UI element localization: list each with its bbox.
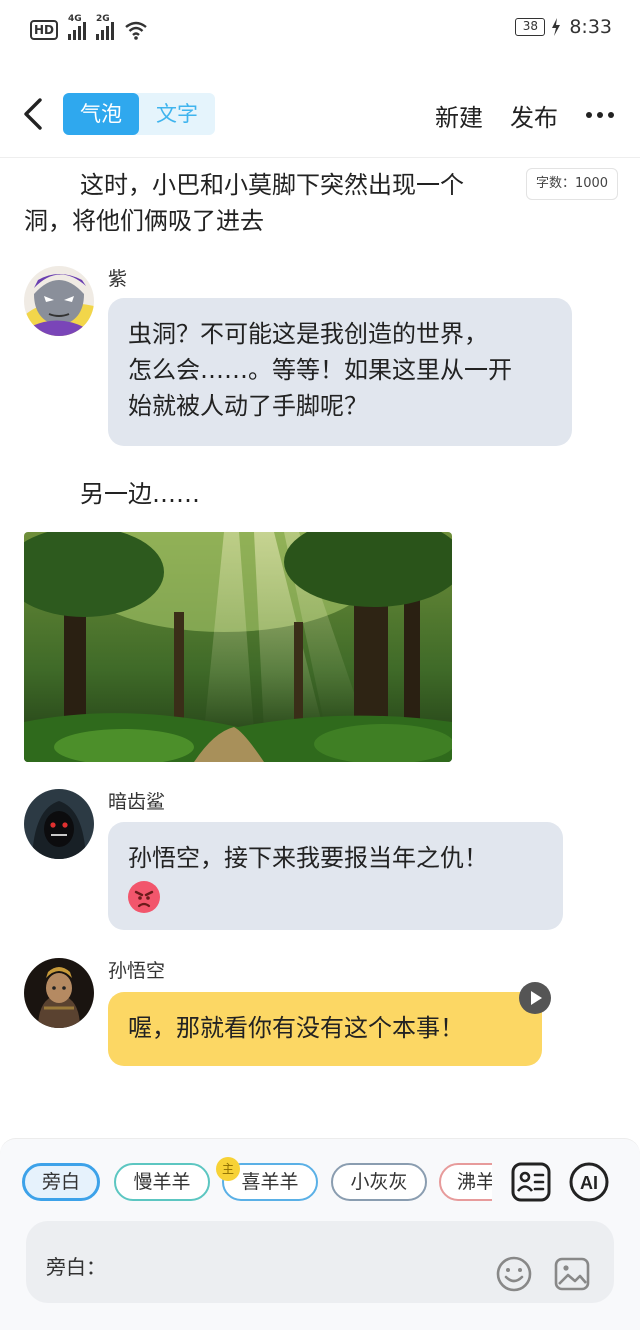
- role-selector: 旁白 慢羊羊 喜羊羊 小灰灰 沸羊: [22, 1163, 492, 1203]
- status-bar: HD 4G 2G 38 8:33: [0, 0, 640, 58]
- bubble-line: 怎么会……。等等！如果这里从一开: [128, 356, 512, 384]
- dialogue-bubble[interactable]: 喔，那就看你有没有这个本事！: [108, 992, 542, 1066]
- back-arrow-icon[interactable]: [20, 96, 50, 132]
- battery-icon: 38: [515, 18, 546, 36]
- top-bar: 气泡 文字 新建 发布: [0, 84, 640, 146]
- role-chip-feiyang[interactable]: 沸羊: [439, 1163, 492, 1201]
- signal-icon: 4G: [68, 14, 87, 40]
- character-card-icon[interactable]: [511, 1162, 551, 1202]
- image-icon[interactable]: [553, 1255, 591, 1293]
- publish-button[interactable]: 发布: [510, 98, 558, 133]
- avatar-sunwukong[interactable]: [24, 958, 94, 1028]
- tab-text[interactable]: 文字: [139, 93, 215, 135]
- new-button[interactable]: 新建: [435, 98, 483, 133]
- avatar-zi[interactable]: [24, 266, 94, 336]
- narration-block[interactable]: 这时，小巴和小莫脚下突然出现一个 洞，将他们俩吸了进去: [24, 167, 464, 239]
- narration-line: 这时，小巴和小莫脚下突然出现一个: [80, 171, 464, 199]
- more-icon[interactable]: [586, 112, 614, 118]
- signal-icon-2: 2G: [96, 14, 115, 40]
- dialogue-bubble[interactable]: 孙悟空，接下来我要报当年之仇！: [108, 822, 563, 930]
- character-name: 暗齿鲨: [108, 791, 166, 813]
- angry-emoji-icon: [128, 878, 543, 914]
- bubble-line: 喔，那就看你有没有这个本事！: [128, 1014, 464, 1042]
- avatar-anchisha[interactable]: [24, 789, 94, 859]
- play-voice-icon[interactable]: [519, 982, 551, 1014]
- header-divider: [0, 157, 640, 158]
- hd-indicator: HD: [30, 20, 59, 40]
- svg-text:AI: AI: [580, 1173, 598, 1193]
- bubble-line: 虫洞？不可能这是我创造的世界，: [128, 320, 488, 348]
- bubble-line: 孙悟空，接下来我要报当年之仇！: [128, 844, 488, 872]
- forest-image[interactable]: [24, 532, 452, 762]
- main-role-badge: 主: [216, 1157, 240, 1181]
- word-count-badge: 字数：1000: [526, 168, 618, 200]
- network-type-label-2: 2G: [96, 14, 110, 24]
- role-chip-xiaohuihui[interactable]: 小灰灰: [331, 1163, 427, 1201]
- narration-block[interactable]: 另一边……: [80, 476, 200, 512]
- role-chip-manyangyang[interactable]: 慢羊羊: [114, 1163, 210, 1201]
- network-type-label: 4G: [68, 14, 82, 24]
- tab-bubble[interactable]: 气泡: [63, 93, 139, 135]
- mode-toggle: 气泡 文字: [63, 93, 215, 135]
- role-chip-narrator[interactable]: 旁白: [22, 1163, 100, 1201]
- character-name: 紫: [108, 268, 128, 290]
- wifi-icon: [125, 21, 147, 40]
- input-placeholder: 旁白：: [46, 1255, 106, 1279]
- narration-line: 洞，将他们俩吸了进去: [24, 207, 264, 235]
- ai-icon[interactable]: AI: [569, 1162, 609, 1202]
- character-name: 孙悟空: [108, 960, 166, 982]
- charging-icon: [552, 18, 561, 36]
- bubble-line: 始就被人动了手脚呢？: [128, 392, 368, 420]
- emoji-icon[interactable]: [495, 1255, 533, 1293]
- clock: 8:33: [569, 16, 612, 38]
- dialogue-bubble[interactable]: 虫洞？不可能这是我创造的世界， 怎么会……。等等！如果这里从一开 始就被人动了手…: [108, 298, 572, 446]
